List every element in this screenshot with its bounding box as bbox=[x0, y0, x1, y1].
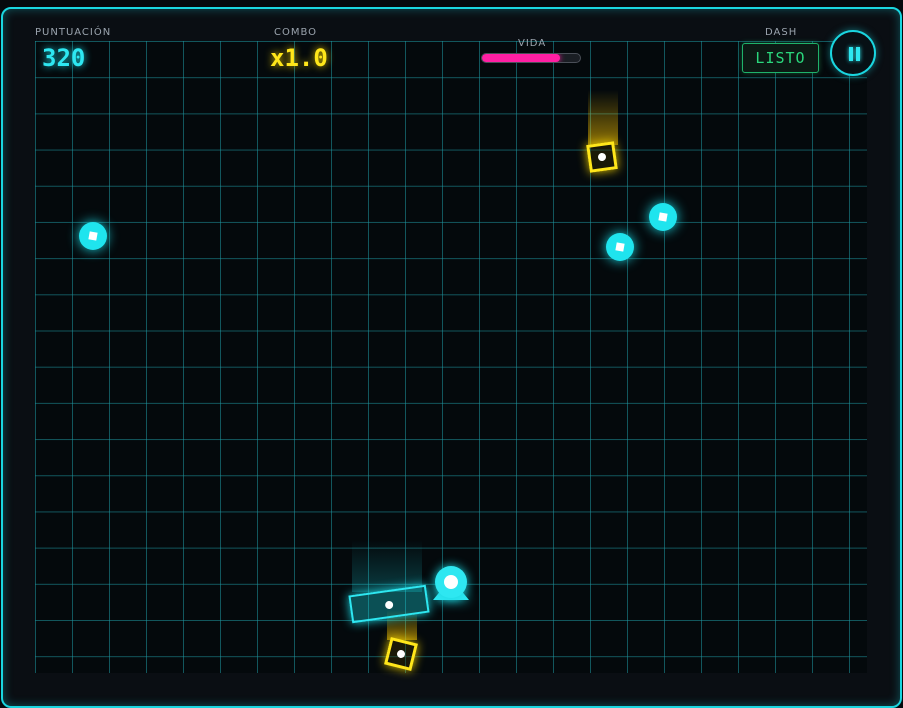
dash-button[interactable]: LISTO bbox=[742, 43, 819, 73]
pause-icon-bar bbox=[856, 47, 860, 61]
life-label: VIDA bbox=[518, 38, 547, 49]
combo-value: x1.0 bbox=[270, 44, 328, 72]
pause-icon bbox=[849, 47, 853, 61]
player-core bbox=[435, 566, 467, 598]
cyan-orb-enemy bbox=[79, 222, 107, 250]
yellow-trail bbox=[588, 90, 618, 145]
life-bar bbox=[481, 53, 581, 63]
paddle-trail bbox=[352, 540, 422, 592]
yellow-cube-enemy bbox=[586, 141, 618, 173]
cyan-orb-enemy bbox=[649, 203, 677, 231]
cyan-orb-enemy bbox=[606, 233, 634, 261]
score-value: 320 bbox=[42, 44, 86, 72]
combo-label: COMBO bbox=[274, 27, 318, 38]
dash-label: DASH bbox=[765, 27, 798, 38]
player-ship bbox=[432, 564, 470, 602]
life-bar-fill bbox=[482, 54, 561, 62]
score-label: PUNTUACIÓN bbox=[35, 27, 112, 38]
pause-button[interactable] bbox=[830, 30, 876, 76]
